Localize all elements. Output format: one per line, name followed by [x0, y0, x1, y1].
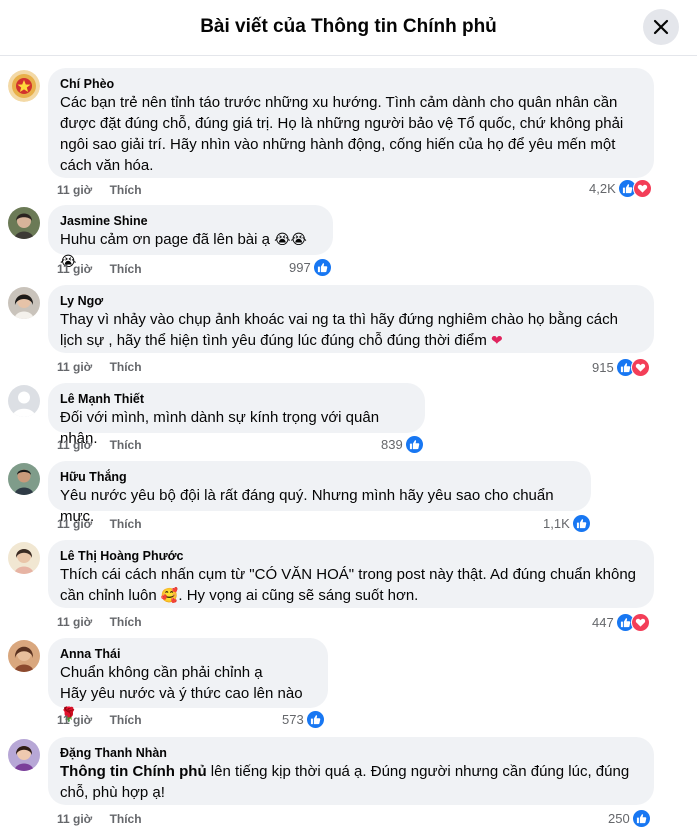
like-button[interactable]: Thích — [110, 262, 142, 276]
comment-bubble: Chí Phèo Các bạn trẻ nên tỉnh táo trước … — [48, 68, 654, 178]
comment-actions: 11 giờ Thích — [57, 438, 142, 452]
avatar[interactable] — [8, 207, 40, 239]
reaction-summary[interactable]: 839 — [381, 435, 424, 454]
love-reaction-icon — [630, 358, 650, 377]
reaction-count: 997 — [289, 260, 311, 275]
comment-time[interactable]: 11 giờ — [57, 517, 92, 531]
reaction-count: 250 — [608, 811, 630, 826]
comment-author[interactable]: Jasmine Shine — [60, 213, 321, 229]
reaction-summary[interactable]: 4,2K — [589, 179, 652, 198]
reaction-count: 447 — [592, 615, 614, 630]
avatar[interactable] — [8, 287, 40, 319]
comment-time[interactable]: 11 giờ — [57, 615, 92, 629]
smiling-hearts-emoji: 🥰 — [160, 588, 179, 604]
comment-actions: 11 giờ Thích — [57, 812, 142, 826]
comment-actions: 11 giờ Thích — [57, 183, 142, 197]
avatar[interactable] — [8, 385, 40, 417]
like-button[interactable]: Thích — [110, 812, 142, 826]
comment-time[interactable]: 11 giờ — [57, 262, 92, 276]
comment-actions: 11 giờ Thích — [57, 360, 142, 374]
reaction-summary[interactable]: 1,1K — [543, 514, 591, 533]
avatar[interactable] — [8, 739, 40, 771]
comment-bubble: Lê Mạnh Thiết Đối với mình, mình dành sự… — [48, 383, 425, 447]
comment-time[interactable]: 11 giờ — [57, 713, 92, 727]
like-reaction-icon — [571, 514, 591, 533]
close-icon — [653, 19, 669, 35]
comment-author[interactable]: Lê Mạnh Thiết — [60, 391, 413, 407]
comment-actions: 11 giờ Thích — [57, 615, 142, 629]
comment-bubble: Lê Thị Hoàng Phước Thích cái cách nhấn c… — [48, 540, 654, 608]
comment-author[interactable]: Hữu Thắng — [60, 469, 579, 485]
comment-bubble: Jasmine Shine Huhu cảm ơn page đã lên bà… — [48, 205, 333, 270]
reaction-count: 839 — [381, 437, 403, 452]
comment-actions: 11 giờ Thích — [57, 262, 142, 276]
reaction-summary[interactable]: 573 — [282, 710, 325, 729]
avatar[interactable] — [8, 640, 40, 672]
reaction-summary[interactable]: 250 — [608, 809, 651, 828]
comment-author[interactable]: Đặng Thanh Nhàn — [60, 745, 642, 761]
reaction-count: 1,1K — [543, 516, 570, 531]
comment-text: Chuẩn không cần phải chỉnh ạ — [60, 664, 263, 681]
comment-author[interactable]: Anna Thái — [60, 646, 316, 662]
comment-actions: 11 giờ Thích — [57, 713, 142, 727]
comment-author[interactable]: Ly Ngơ — [60, 293, 642, 309]
comment-text-line2: Hãy yêu nước và ý thức cao lên nào — [60, 685, 303, 702]
dialog-title: Bài viết của Thông tin Chính phủ — [200, 16, 497, 37]
dialog-header: Bài viết của Thông tin Chính phủ — [0, 0, 697, 56]
like-reaction-icon — [305, 710, 325, 729]
comment-time[interactable]: 11 giờ — [57, 183, 92, 197]
reaction-count: 573 — [282, 712, 304, 727]
reaction-count: 915 — [592, 360, 614, 375]
comment-bubble: Hữu Thắng Yêu nước yêu bộ đội là rất đán… — [48, 461, 591, 525]
comment-time[interactable]: 11 giờ — [57, 438, 92, 452]
comment-bubble: Đặng Thanh Nhàn Thông tin Chính phủ lên … — [48, 737, 654, 805]
page-mention-link[interactable]: Thông tin Chính phủ — [60, 763, 207, 780]
like-button[interactable]: Thích — [110, 183, 142, 197]
reaction-count: 4,2K — [589, 181, 616, 196]
comment-time[interactable]: 11 giờ — [57, 812, 92, 826]
comment-author[interactable]: Chí Phèo — [60, 76, 642, 92]
avatar[interactable] — [8, 70, 40, 102]
like-reaction-icon — [631, 809, 651, 828]
like-reaction-icon — [404, 435, 424, 454]
comment-author[interactable]: Lê Thị Hoàng Phước — [60, 548, 642, 564]
heart-emoji: ❤ — [491, 333, 503, 349]
comment-text-continued: . Hy vọng ai cũng sẽ sáng suốt hơn. — [178, 587, 419, 604]
reaction-summary[interactable]: 447 — [592, 613, 650, 632]
like-reaction-icon — [312, 258, 332, 277]
like-button[interactable]: Thích — [110, 360, 142, 374]
comment-actions: 11 giờ Thích — [57, 517, 142, 531]
comment-bubble: Anna Thái Chuẩn không cần phải chỉnh ạ H… — [48, 638, 328, 723]
comment-text: Các bạn trẻ nên tỉnh táo trước những xu … — [60, 94, 624, 174]
like-button[interactable]: Thích — [110, 615, 142, 629]
like-button[interactable]: Thích — [110, 517, 142, 531]
close-button[interactable] — [643, 9, 679, 45]
comment-time[interactable]: 11 giờ — [57, 360, 92, 374]
love-reaction-icon — [632, 179, 652, 198]
love-reaction-icon — [630, 613, 650, 632]
reaction-summary[interactable]: 997 — [289, 258, 332, 277]
reaction-summary[interactable]: 915 — [592, 358, 650, 377]
like-button[interactable]: Thích — [110, 438, 142, 452]
avatar[interactable] — [8, 463, 40, 495]
comment-bubble: Ly Ngơ Thay vì nhảy vào chụp ảnh khoác v… — [48, 285, 654, 353]
comment-text: Huhu cảm ơn page đã lên bài ạ — [60, 231, 270, 248]
avatar[interactable] — [8, 542, 40, 574]
comment-text: Thay vì nhảy vào chụp ảnh khoác vai ng t… — [60, 311, 618, 349]
like-button[interactable]: Thích — [110, 713, 142, 727]
